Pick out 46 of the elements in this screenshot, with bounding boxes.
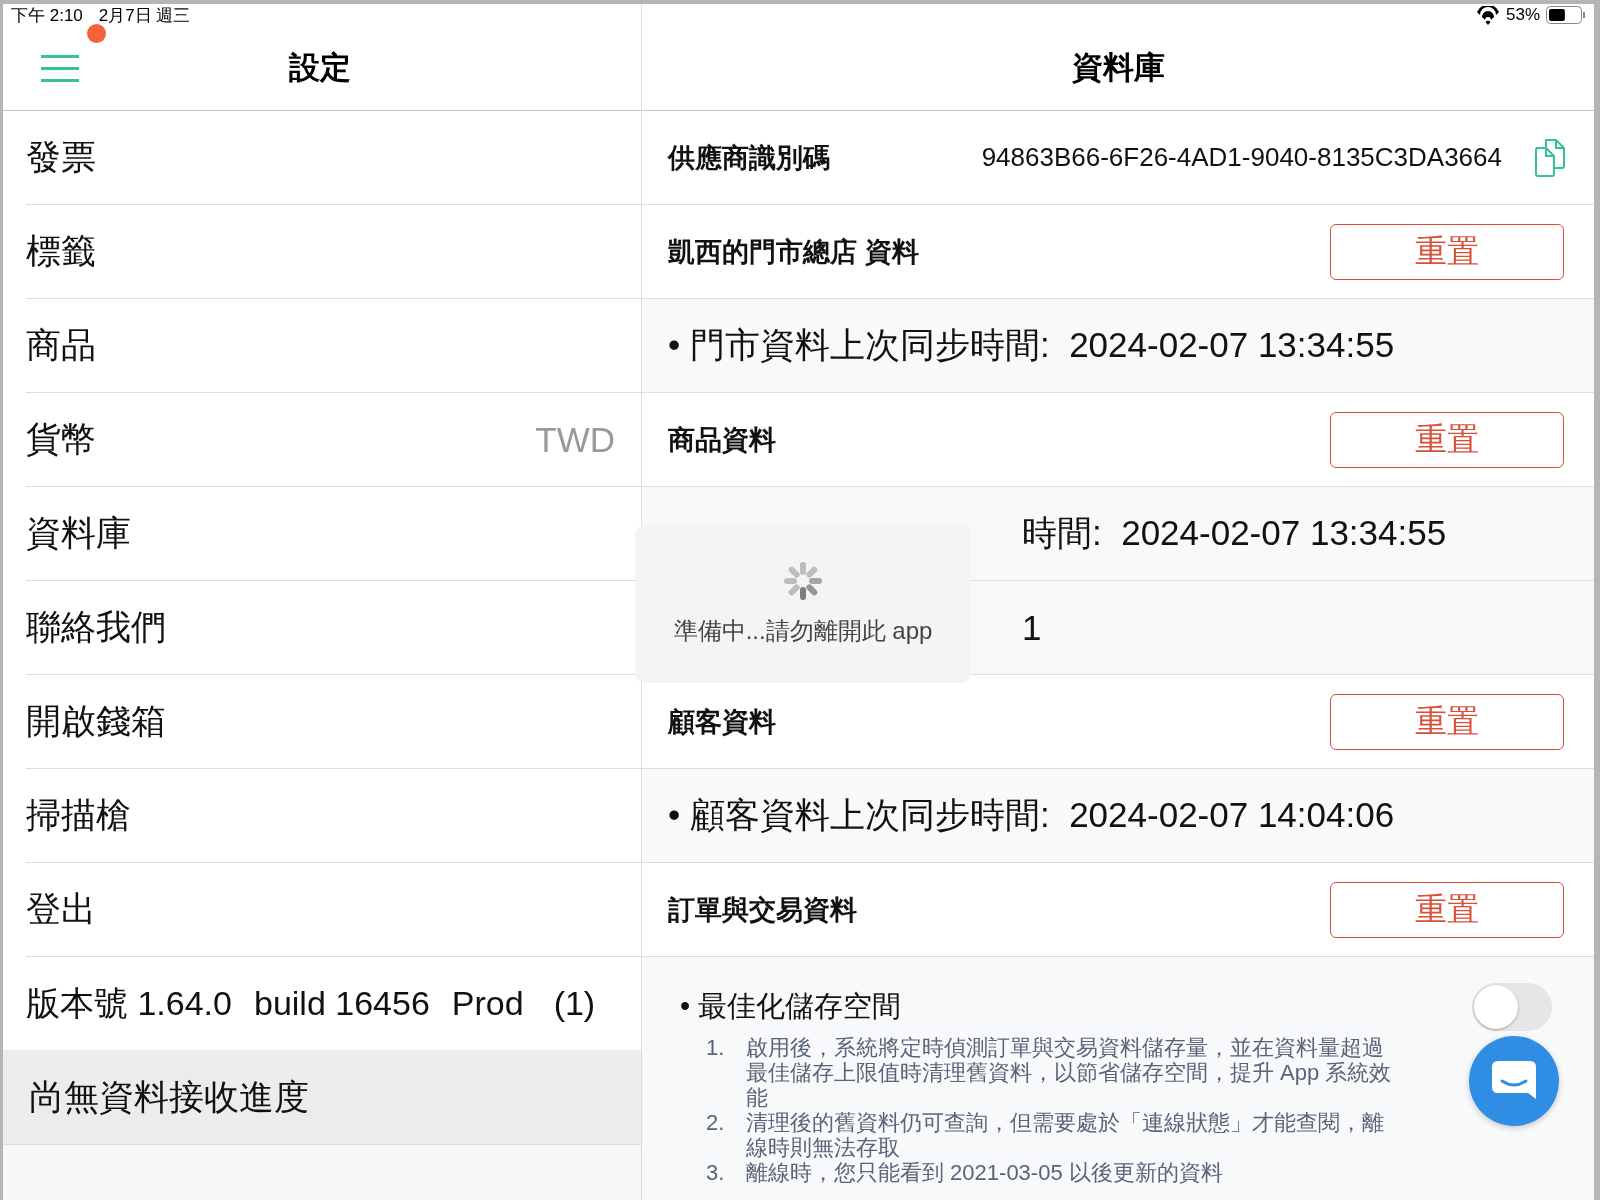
- settings-item[interactable]: 掃描槍: [26, 769, 641, 863]
- section-label: 凱西的門市總店 資料: [668, 235, 920, 269]
- field-label: 供應商識別碼: [668, 141, 831, 175]
- copy-icon[interactable]: [1532, 137, 1568, 178]
- section-label: 顧客資料: [668, 705, 777, 739]
- version-text: Prod: [451, 984, 524, 1023]
- section-label: 訂單與交易資料: [668, 893, 858, 927]
- panel-title: 設定: [289, 49, 351, 87]
- settings-item[interactable]: 標籤: [26, 205, 641, 299]
- note-text: 啟用後，系統將定時偵測訂單與交易資料儲存量，並在資料量超過最佳儲存上限值時清理舊資料，以節省儲存空間，提升 App 系統效能: [746, 1035, 1393, 1110]
- sync-time-text: • 門市資料上次同步時間: 2024-02-07 13:34:55: [668, 324, 1395, 366]
- list-number: 2.: [705, 1110, 726, 1137]
- sync-status-row: 尚無資料接收進度: [3, 1050, 641, 1145]
- battery-icon: [1546, 6, 1586, 24]
- status-date: 2月7日 週三: [98, 4, 191, 27]
- list-number: 1.: [705, 1035, 726, 1062]
- version-text: build 16456: [254, 984, 430, 1023]
- note-text: 離線時，您只能看到 2021-03-05 以後更新的資料: [746, 1160, 1224, 1185]
- reset-button[interactable]: 重置: [1330, 693, 1564, 750]
- settings-item[interactable]: 商品: [26, 299, 641, 393]
- sync-time-text: • 顧客資料上次同步時間: 2024-02-07 14:04:06: [668, 794, 1395, 836]
- sync-info-text: 時間: 2024-02-07 13:34:55: [1022, 512, 1447, 554]
- settings-item[interactable]: 登出: [26, 863, 641, 957]
- chat-icon: [1492, 1061, 1536, 1101]
- toggle-switch[interactable]: [1472, 983, 1552, 1031]
- reset-button[interactable]: 重置: [1330, 223, 1564, 280]
- reset-button[interactable]: 重置: [1330, 881, 1564, 938]
- version-text: 版本號 1.64.0: [26, 982, 232, 1024]
- menu-icon[interactable]: [41, 54, 79, 82]
- spinner-icon: [783, 561, 823, 601]
- battery-percent: 53%: [1505, 5, 1540, 25]
- settings-item[interactable]: 貨幣 TWD: [26, 393, 641, 487]
- reset-button[interactable]: 重置: [1330, 411, 1564, 468]
- wifi-icon: [1475, 5, 1500, 25]
- section-label: 商品資料: [668, 423, 777, 457]
- version-text: (1): [553, 984, 596, 1023]
- sync-info-text: 1: [1022, 607, 1042, 648]
- list-number: 3.: [705, 1160, 726, 1185]
- loading-text: 準備中...請勿離開此 app: [673, 616, 933, 646]
- status-time: 下午 2:10: [11, 4, 83, 27]
- settings-item[interactable]: 開啟錢箱: [26, 675, 641, 769]
- panel-title: 資料庫: [642, 26, 1594, 111]
- field-value: 94863B66-6F26-4AD1-9040-8135C3DA3664: [981, 142, 1502, 173]
- settings-item[interactable]: 發票: [26, 111, 641, 205]
- option-label: • 最佳化儲存空間: [680, 989, 902, 1024]
- note-text: 清理後的舊資料仍可查詢，但需要處於「連線狀態」才能查閱，離線時則無法存取: [746, 1110, 1385, 1160]
